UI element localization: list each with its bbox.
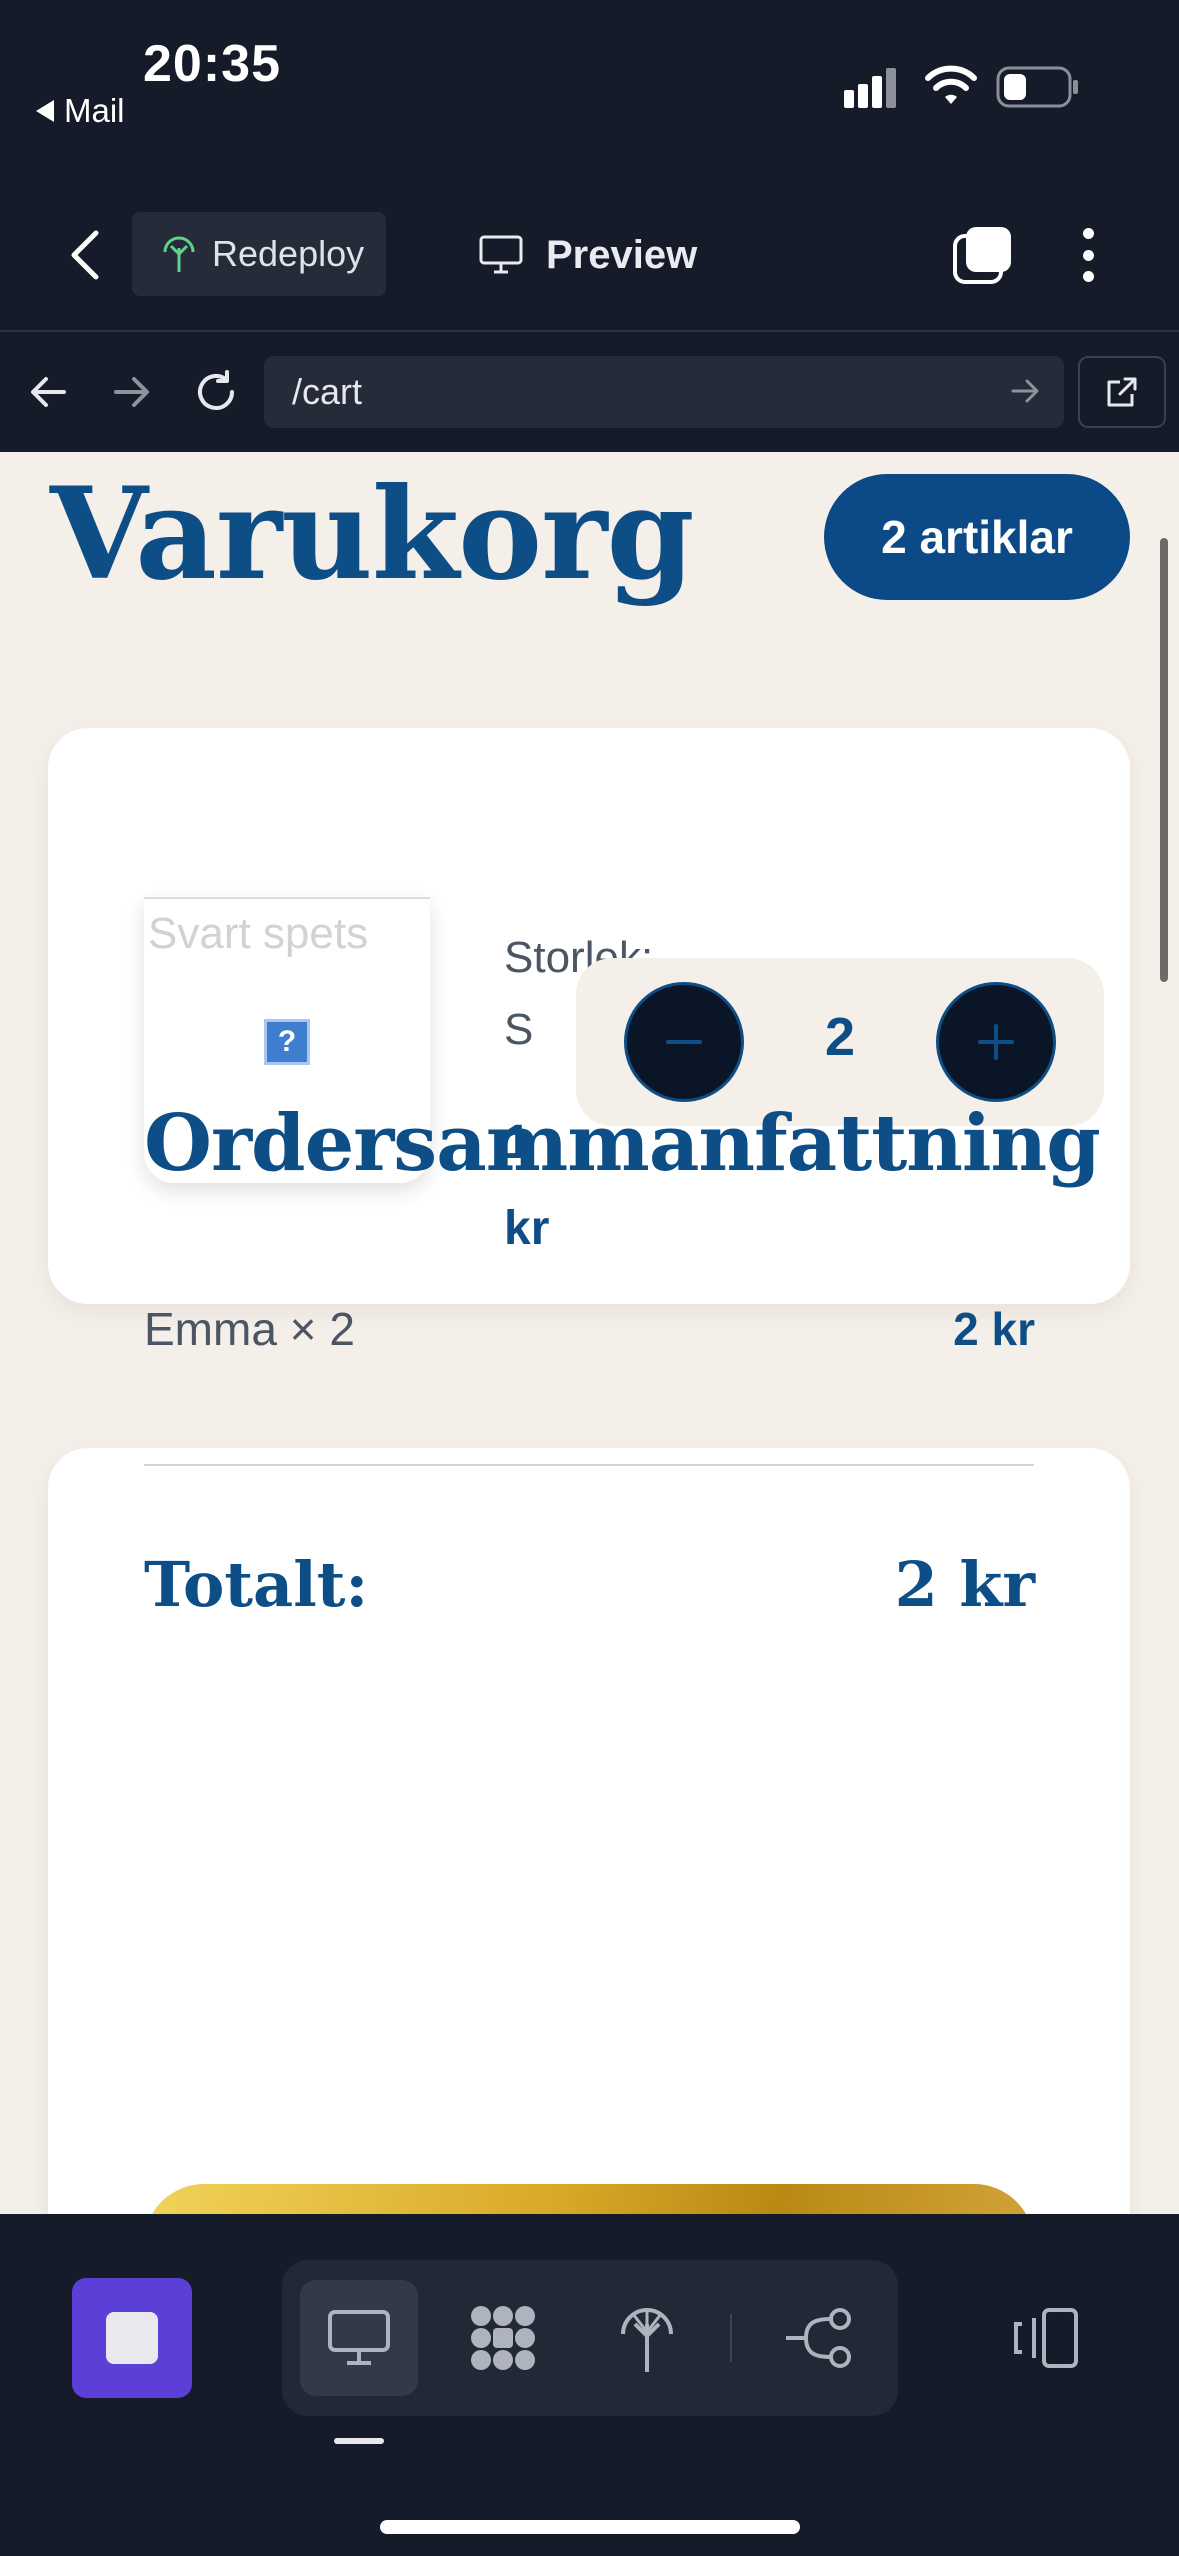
tool-separator (730, 2314, 732, 2362)
deploy-tool-button[interactable] (588, 2280, 706, 2396)
total-amount: 2 kr (894, 1548, 1035, 1621)
increase-quantity-button[interactable] (936, 982, 1056, 1102)
open-external-button[interactable] (1078, 356, 1166, 428)
git-tool-button[interactable] (760, 2280, 878, 2396)
bottom-toolbar (0, 2214, 1179, 2556)
deploy-tree-icon (621, 2308, 673, 2372)
desktop-tool-button[interactable] (300, 2280, 418, 2396)
go-arrow-icon[interactable] (1010, 374, 1042, 417)
monitor-icon (479, 235, 523, 274)
header-divider (0, 330, 1179, 332)
home-indicator (380, 2520, 800, 2534)
summary-line-item: Emma × 2 (144, 1303, 355, 1355)
redeploy-button[interactable]: Redeploy (132, 212, 386, 296)
page-viewport[interactable]: Varukorg 2 artiklar Svart spets ? Storle… (0, 452, 1179, 2214)
deploy-tree-icon (163, 236, 195, 272)
browser-back-icon[interactable] (16, 360, 80, 424)
total-label: Totalt: (144, 1548, 369, 1621)
status-time: 20:35 (143, 35, 281, 93)
active-tool-indicator (334, 2438, 384, 2444)
back-to-app-link[interactable]: Mail (36, 92, 125, 130)
battery-icon (996, 66, 1080, 113)
plus-icon (978, 1024, 1014, 1060)
screen: 20:35 Mail Redeploy Preview /cart Varuko… (0, 0, 1179, 2556)
browser-forward-icon[interactable] (100, 360, 164, 424)
apps-grid-icon (471, 2306, 535, 2370)
broken-image-icon: ? (264, 1019, 310, 1065)
wifi-icon (924, 64, 978, 113)
devices-button[interactable] (1008, 2308, 1080, 2373)
checkout-button[interactable] (144, 2184, 1034, 2214)
tabs-icon[interactable] (952, 224, 1014, 286)
back-icon[interactable] (60, 220, 110, 290)
url-input[interactable]: /cart (264, 356, 1064, 428)
decrease-quantity-button[interactable] (624, 982, 744, 1102)
url-text: /cart (292, 371, 363, 412)
reload-icon[interactable] (184, 360, 248, 424)
back-app-label: Mail (64, 92, 125, 129)
preview-tab[interactable]: Preview (478, 222, 697, 288)
minus-icon (666, 1040, 702, 1044)
quantity-value: 2 (824, 1007, 856, 1067)
external-link-icon (1107, 377, 1137, 407)
page-scrollbar[interactable] (1160, 538, 1168, 982)
desktop-icon (328, 2310, 390, 2365)
git-branch-icon (786, 2308, 851, 2368)
order-summary-title: Ordersammanfattning (144, 1098, 1101, 1189)
devices-icon (1014, 2308, 1078, 2368)
stop-button[interactable] (72, 2278, 192, 2398)
summary-line-amount: 2 kr (953, 1303, 1035, 1355)
tool-group (282, 2260, 898, 2416)
page-title: Varukorg (50, 460, 695, 608)
product-image-alt-text: Svart spets (148, 909, 369, 958)
more-menu-icon[interactable] (1068, 222, 1108, 288)
stop-icon (106, 2312, 158, 2364)
price-unit: kr (504, 1202, 550, 1255)
summary-divider (144, 1464, 1034, 1466)
signal-icon (842, 64, 904, 115)
back-triangle-icon (36, 100, 54, 122)
item-count-badge: 2 artiklar (824, 474, 1130, 600)
redeploy-label: Redeploy (212, 233, 365, 274)
preview-label: Preview (546, 232, 698, 277)
apps-tool-button[interactable] (444, 2280, 562, 2396)
